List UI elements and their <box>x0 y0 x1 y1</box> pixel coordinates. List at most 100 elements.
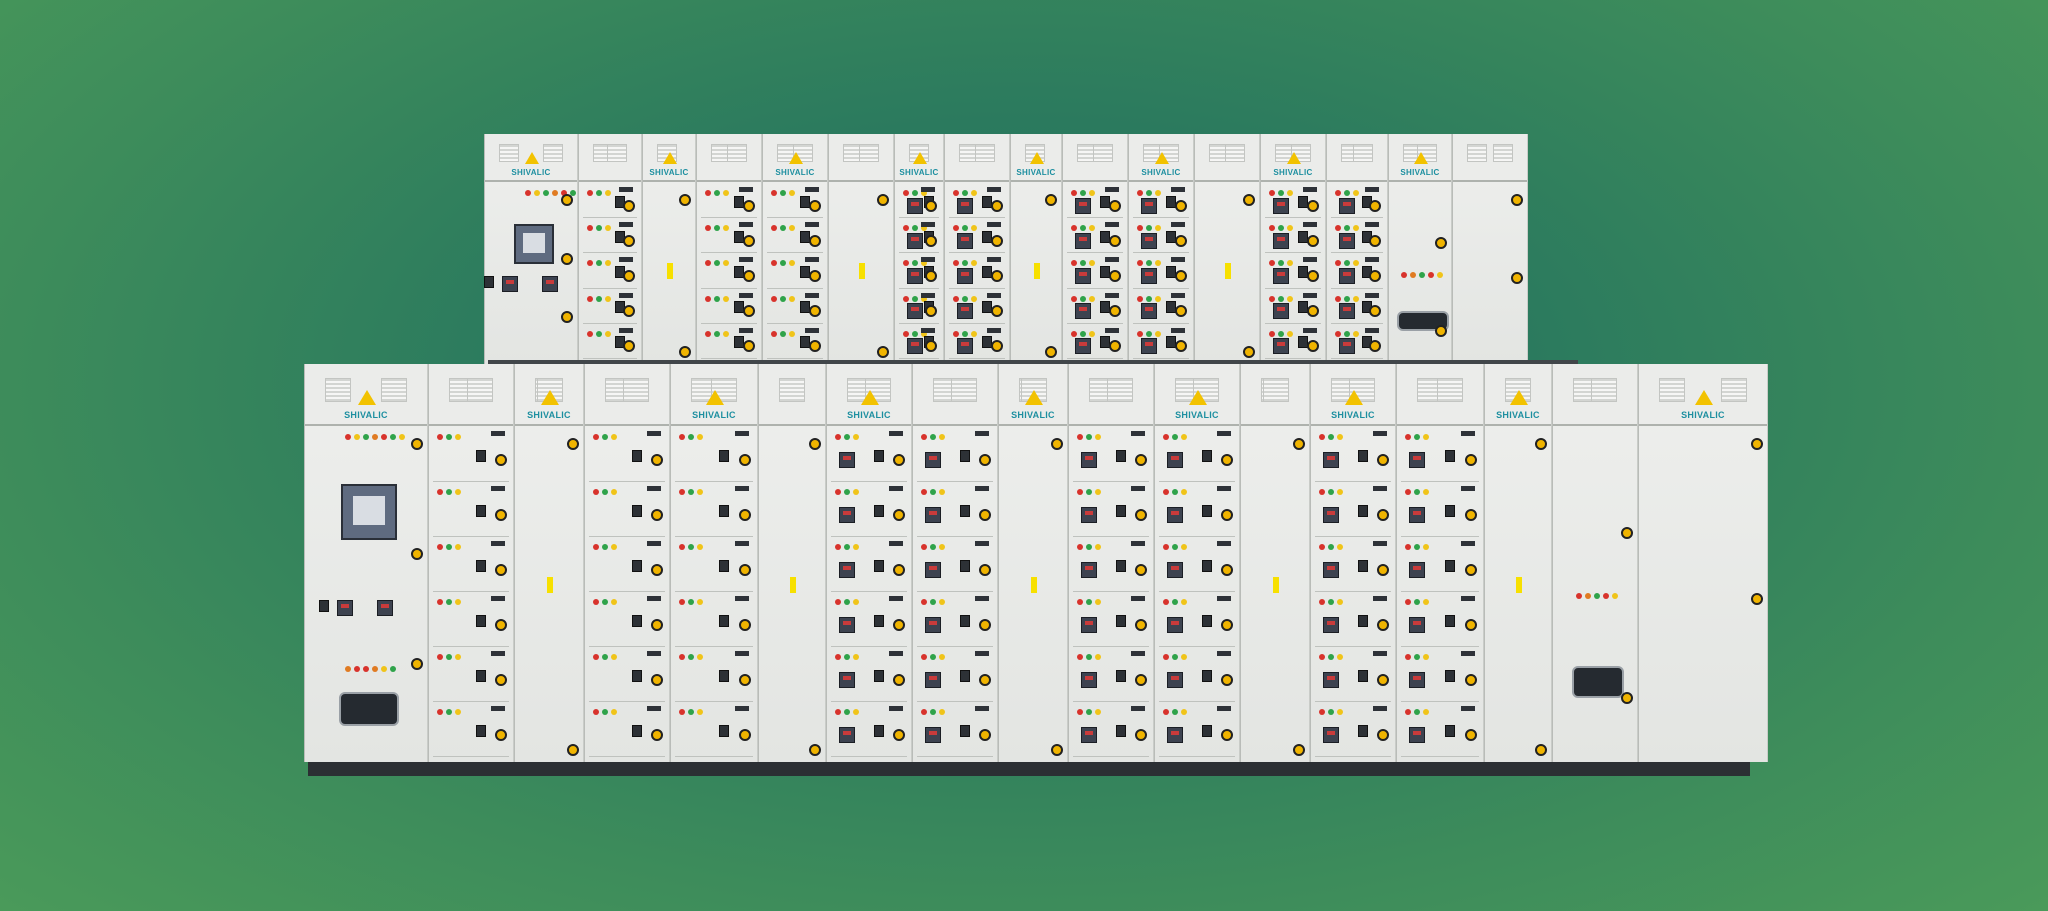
cabinet-section: SHIVALIC <box>1310 364 1396 762</box>
indicator-lamps <box>1163 599 1187 605</box>
indicator-lamp <box>962 225 968 232</box>
warning-sign-icon <box>1155 152 1169 164</box>
indicator-lamp <box>1319 434 1325 440</box>
door-handle <box>743 340 755 353</box>
door-handle <box>1307 199 1319 212</box>
indicator-lamp <box>1077 544 1083 550</box>
rotary-switch <box>1445 504 1455 517</box>
feeder-nameplate <box>975 706 989 711</box>
indicator-lamps <box>679 489 703 495</box>
indicator-lamp <box>835 544 841 550</box>
rotary-switch <box>1116 504 1126 517</box>
panel-meter <box>957 338 973 355</box>
indicator-lamp <box>953 260 959 267</box>
panel-meter <box>1273 197 1289 214</box>
door-handle <box>739 673 751 686</box>
indicator-lamp <box>1181 434 1187 440</box>
feeder-module <box>1073 593 1149 647</box>
indicator-lamp <box>714 225 720 232</box>
panel-meter <box>839 616 855 633</box>
rotary-switch <box>719 724 729 737</box>
indicator-lamp <box>363 434 369 440</box>
feeder-nameplate <box>889 651 903 656</box>
door-handle <box>1511 194 1523 206</box>
indicator-lamp <box>1077 434 1083 440</box>
indicator-lamp <box>953 225 959 232</box>
cabinet-hood <box>913 364 997 426</box>
air-circuit-breaker <box>341 484 397 540</box>
feeder-nameplate <box>987 257 1001 263</box>
rotary-switch <box>476 614 486 627</box>
feeder-nameplate <box>1461 541 1475 546</box>
cabinet-hood <box>945 134 1009 182</box>
rotary-switch <box>874 559 884 572</box>
feeder-nameplate <box>491 541 505 546</box>
indicator-lamps <box>1401 272 1443 278</box>
indicator-lamp <box>903 295 909 302</box>
feeder-module <box>831 483 907 537</box>
indicator-lamp <box>953 190 959 196</box>
door-handle <box>623 199 635 212</box>
indicator-lamps <box>705 225 729 232</box>
indicator-lamp <box>1181 544 1187 550</box>
indicator-lamp <box>771 190 777 196</box>
indicator-lamps <box>1335 260 1359 267</box>
indicator-lamp <box>1353 190 1359 196</box>
indicator-lamps <box>953 225 977 232</box>
feeder-nameplate <box>1131 541 1145 546</box>
indicator-lamp <box>437 709 443 715</box>
feeder-nameplate <box>1365 327 1379 333</box>
brand-logo: SHIVALIC <box>1011 410 1055 420</box>
feeder-nameplate <box>619 292 633 298</box>
cabinet-section: SHIVALIC <box>894 134 944 364</box>
indicator-lamp <box>1181 489 1187 495</box>
indicator-lamps <box>437 434 461 440</box>
indicator-lamp <box>1086 709 1092 715</box>
indicator-lamp <box>596 190 602 196</box>
panel-meter <box>839 506 855 523</box>
door-handle <box>1221 728 1233 741</box>
indicator-lamp <box>1410 272 1416 278</box>
vent-grille <box>623 378 649 402</box>
panel-meter <box>1323 451 1339 468</box>
panel-meter <box>1075 267 1091 284</box>
indicator-lamp <box>1423 654 1429 660</box>
panel-meter <box>925 671 941 688</box>
indicator-lamp <box>835 654 841 660</box>
feeder-module <box>1133 219 1189 254</box>
panel-meter <box>839 451 855 468</box>
indicator-lamp <box>602 434 608 440</box>
panel-meter <box>1141 197 1157 214</box>
indicator-lamp <box>1319 544 1325 550</box>
vent-grille <box>467 378 493 402</box>
indicator-lamp <box>844 544 850 550</box>
indicator-lamp <box>1319 654 1325 660</box>
vent-grille <box>779 378 805 402</box>
warning-sign-icon <box>1510 390 1528 405</box>
feeder-nameplate <box>975 541 989 546</box>
feeder-nameplate <box>735 431 749 436</box>
rotary-switch <box>476 504 486 517</box>
indicator-lamp <box>1086 599 1092 605</box>
indicator-lamp <box>596 295 602 302</box>
vent-grille <box>1093 144 1113 162</box>
door-handle <box>877 346 889 358</box>
door-handle <box>1109 234 1121 247</box>
indicator-lamps <box>1335 330 1359 337</box>
indicator-lamp <box>1335 225 1341 232</box>
cabinet-section <box>1194 134 1260 364</box>
cabinet-hood: SHIVALIC <box>305 364 427 426</box>
indicator-lamps <box>771 225 795 232</box>
indicator-lamps <box>1163 654 1187 660</box>
indicator-lamp <box>939 709 945 715</box>
cabinet-hood <box>1069 364 1153 426</box>
door-handle <box>1221 563 1233 576</box>
indicator-lamp <box>455 489 461 495</box>
brand-logo: SHIVALIC <box>511 168 551 177</box>
door-handle <box>743 305 755 318</box>
brand-logo: SHIVALIC <box>344 410 388 420</box>
feeder-module <box>583 325 637 359</box>
indicator-lamp <box>835 434 841 440</box>
indicator-lamp <box>1405 654 1411 660</box>
cabinet-section <box>578 134 642 364</box>
